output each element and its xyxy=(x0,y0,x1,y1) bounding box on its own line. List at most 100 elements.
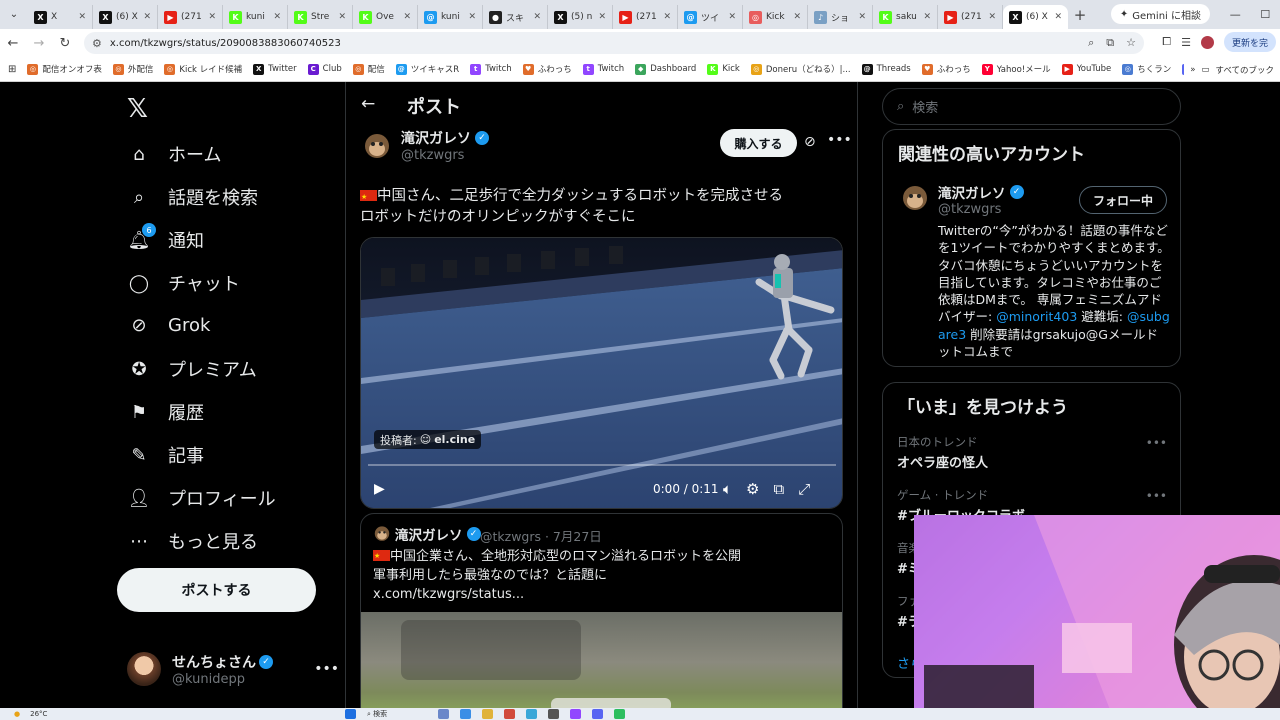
app-icon[interactable] xyxy=(504,709,515,719)
bookmark-item[interactable]: ◆ Dashboard xyxy=(635,63,696,75)
more-dots-icon[interactable]: ••• xyxy=(1146,436,1167,450)
browser-tab[interactable]: Ksaku ✕ xyxy=(873,5,938,29)
fullscreen-icon[interactable]: ⤢ xyxy=(798,480,810,498)
following-button[interactable]: フォロー中 xyxy=(1079,186,1167,214)
bookmark-item[interactable]: Y Yahoo!メール xyxy=(981,63,1051,75)
browser-tab[interactable]: ● スキ ✕ xyxy=(483,5,548,29)
back-arrow-icon[interactable]: ← xyxy=(361,94,375,114)
taskbar-search[interactable]: ⌕ 検索 xyxy=(367,709,427,719)
bookmark-item[interactable]: ◎ Doneru（どねる）|... xyxy=(750,63,851,75)
browser-tab[interactable]: Kkuni ✕ xyxy=(223,5,288,29)
new-tab-button[interactable]: + xyxy=(1068,6,1092,24)
nav-item-home[interactable]: ⌂ ホーム xyxy=(127,141,221,167)
tab-search-icon[interactable]: ☰ xyxy=(1181,36,1191,49)
tab-close-icon[interactable]: ✕ xyxy=(728,12,736,22)
maximize-icon[interactable]: ☐ xyxy=(1260,8,1270,21)
browser-tab[interactable]: ▶ (271 ✕ xyxy=(613,5,678,29)
video-progress-bar[interactable] xyxy=(368,464,836,466)
gemini-button[interactable]: ✦ Gemini に相談 xyxy=(1110,4,1210,24)
tab-close-icon[interactable]: ✕ xyxy=(403,12,411,22)
bookmark-item[interactable]: ♥ ふわっち xyxy=(522,63,572,75)
more-dots-icon[interactable]: ••• xyxy=(314,661,339,677)
bio-link[interactable]: @minorit403 xyxy=(996,309,1077,324)
nav-item-more[interactable]: ⋯ もっと見る xyxy=(127,528,258,554)
bookmark-item[interactable]: ◎ 外配信 xyxy=(112,63,153,75)
video-player[interactable]: 投稿者: ☺ el.cine ▶ 0:00 / 0:11 🔈︎ ⚙ ⧉ ⤢ xyxy=(360,237,843,509)
bookmark-item[interactable]: K Kick xyxy=(707,63,740,75)
tab-close-icon[interactable]: ✕ xyxy=(78,12,86,22)
app-icon[interactable] xyxy=(570,709,581,719)
forward-arrow-icon[interactable]: → xyxy=(26,36,52,51)
minimize-icon[interactable]: — xyxy=(1230,8,1241,21)
browser-tab[interactable]: @ kuni ✕ xyxy=(418,5,483,29)
nav-item-bell[interactable]: 🔔︎ 6 通知 xyxy=(127,223,204,253)
bookmark-item[interactable]: @ Threads xyxy=(861,63,911,75)
nav-item-grok[interactable]: ⊘ Grok xyxy=(127,313,210,337)
x-logo-icon[interactable]: 𝕏 xyxy=(127,94,148,124)
browser-tab[interactable]: K Ove ✕ xyxy=(353,5,418,29)
more-dots-icon[interactable]: ••• xyxy=(827,132,852,148)
related-handle[interactable]: @tkzwgrs xyxy=(938,202,1001,217)
related-avatar[interactable] xyxy=(900,182,930,212)
app-icon[interactable] xyxy=(438,709,449,719)
bookmark-item[interactable]: @ ツイキャスR xyxy=(395,63,459,75)
bookmark-item[interactable]: t Twitch xyxy=(582,63,624,75)
install-app-icon[interactable]: ⧉ xyxy=(1106,36,1114,50)
trend-item[interactable]: 日本のトレンド オペラ座の怪人 ••• xyxy=(897,434,1167,471)
browser-tab[interactable]: K Stre ✕ xyxy=(288,5,353,29)
site-info-icon[interactable]: ⚙ xyxy=(92,37,102,50)
volume-icon[interactable]: 🔈︎ xyxy=(723,480,732,498)
browser-tab[interactable]: X X ✕ xyxy=(28,5,93,29)
tab-close-icon[interactable]: ✕ xyxy=(208,12,216,22)
bookmark-item[interactable]: ◎ 配信 xyxy=(352,63,385,75)
quote-link[interactable]: x.com/tkzwgrs/status... xyxy=(373,585,833,604)
bookmark-item[interactable]: X Twitter xyxy=(253,63,297,75)
nav-item-profile[interactable]: 👤︎ プロフィール xyxy=(127,485,276,511)
browser-tab[interactable]: X (5) n ✕ xyxy=(548,5,613,29)
author-handle[interactable]: @tkzwgrs xyxy=(401,148,464,163)
browser-tab[interactable]: ▶ (271 ✕ xyxy=(158,5,223,29)
bookmark-star-icon[interactable]: ☆ xyxy=(1126,36,1136,50)
tab-close-icon[interactable]: ✕ xyxy=(533,12,541,22)
video-credit[interactable]: 投稿者: ☺ el.cine xyxy=(374,430,482,449)
author-name[interactable]: 滝沢ガレソ ✓ xyxy=(401,128,489,148)
extensions-icon[interactable]: ⧠ xyxy=(1162,35,1171,49)
app-icon[interactable] xyxy=(482,709,493,719)
account-switcher[interactable]: せんちょさん ✓ @kunidepp ••• xyxy=(127,647,339,691)
post-button[interactable]: ポストする xyxy=(117,568,316,612)
all-bookmarks-label[interactable]: すべてのブック xyxy=(1215,64,1274,76)
browser-tab[interactable]: X (6) X ✕ xyxy=(1003,5,1068,29)
app-icon[interactable] xyxy=(526,709,537,719)
tab-list-chevron-icon[interactable]: ⌄ xyxy=(0,0,28,29)
tab-close-icon[interactable]: ✕ xyxy=(468,12,476,22)
buy-button[interactable]: 購入する xyxy=(720,129,797,157)
related-name[interactable]: 滝沢ガレソ ✓ xyxy=(938,182,1024,202)
tab-close-icon[interactable]: ✕ xyxy=(143,12,151,22)
app-icon[interactable] xyxy=(460,709,471,719)
bookmark-item[interactable]: ◎ Kick レイド候補 xyxy=(164,63,242,75)
tab-close-icon[interactable]: ✕ xyxy=(923,12,931,22)
reload-icon[interactable]: ↻ xyxy=(52,36,78,51)
profile-avatar[interactable] xyxy=(1200,35,1214,49)
browser-tab[interactable]: X (6) X ✕ xyxy=(93,5,158,29)
author-avatar[interactable] xyxy=(362,130,392,160)
settings-gear-icon[interactable]: ⚙ xyxy=(746,480,759,498)
play-icon[interactable]: ▶ xyxy=(374,481,385,497)
bookmark-item[interactable]: t Twitch xyxy=(470,63,512,75)
browser-tab[interactable]: ◎ Kick ✕ xyxy=(743,5,808,29)
nav-item-search[interactable]: ⌕ 話題を検索 xyxy=(127,184,258,210)
update-button[interactable]: 更新を完 xyxy=(1223,32,1276,52)
browser-tab[interactable]: @ ツイ ✕ xyxy=(678,5,743,29)
zoom-icon[interactable]: ⌕ xyxy=(1088,36,1094,50)
bookmark-item[interactable]: ▶ YouTube xyxy=(1061,63,1111,75)
bookmark-item[interactable]: ♥ ふわっち xyxy=(921,63,971,75)
more-dots-icon[interactable]: ••• xyxy=(1146,489,1167,503)
quote-media-image[interactable] xyxy=(361,612,842,708)
tab-close-icon[interactable]: ✕ xyxy=(793,12,801,22)
app-icon[interactable] xyxy=(614,709,625,719)
tab-close-icon[interactable]: ✕ xyxy=(988,12,996,22)
address-bar[interactable]: ⚙ x.com/tkzwgrs/status/20900838830607405… xyxy=(84,32,1144,54)
tab-close-icon[interactable]: ✕ xyxy=(663,12,671,22)
app-icon[interactable] xyxy=(548,709,559,719)
nav-item-chat[interactable]: ◯ チャット xyxy=(127,270,240,296)
